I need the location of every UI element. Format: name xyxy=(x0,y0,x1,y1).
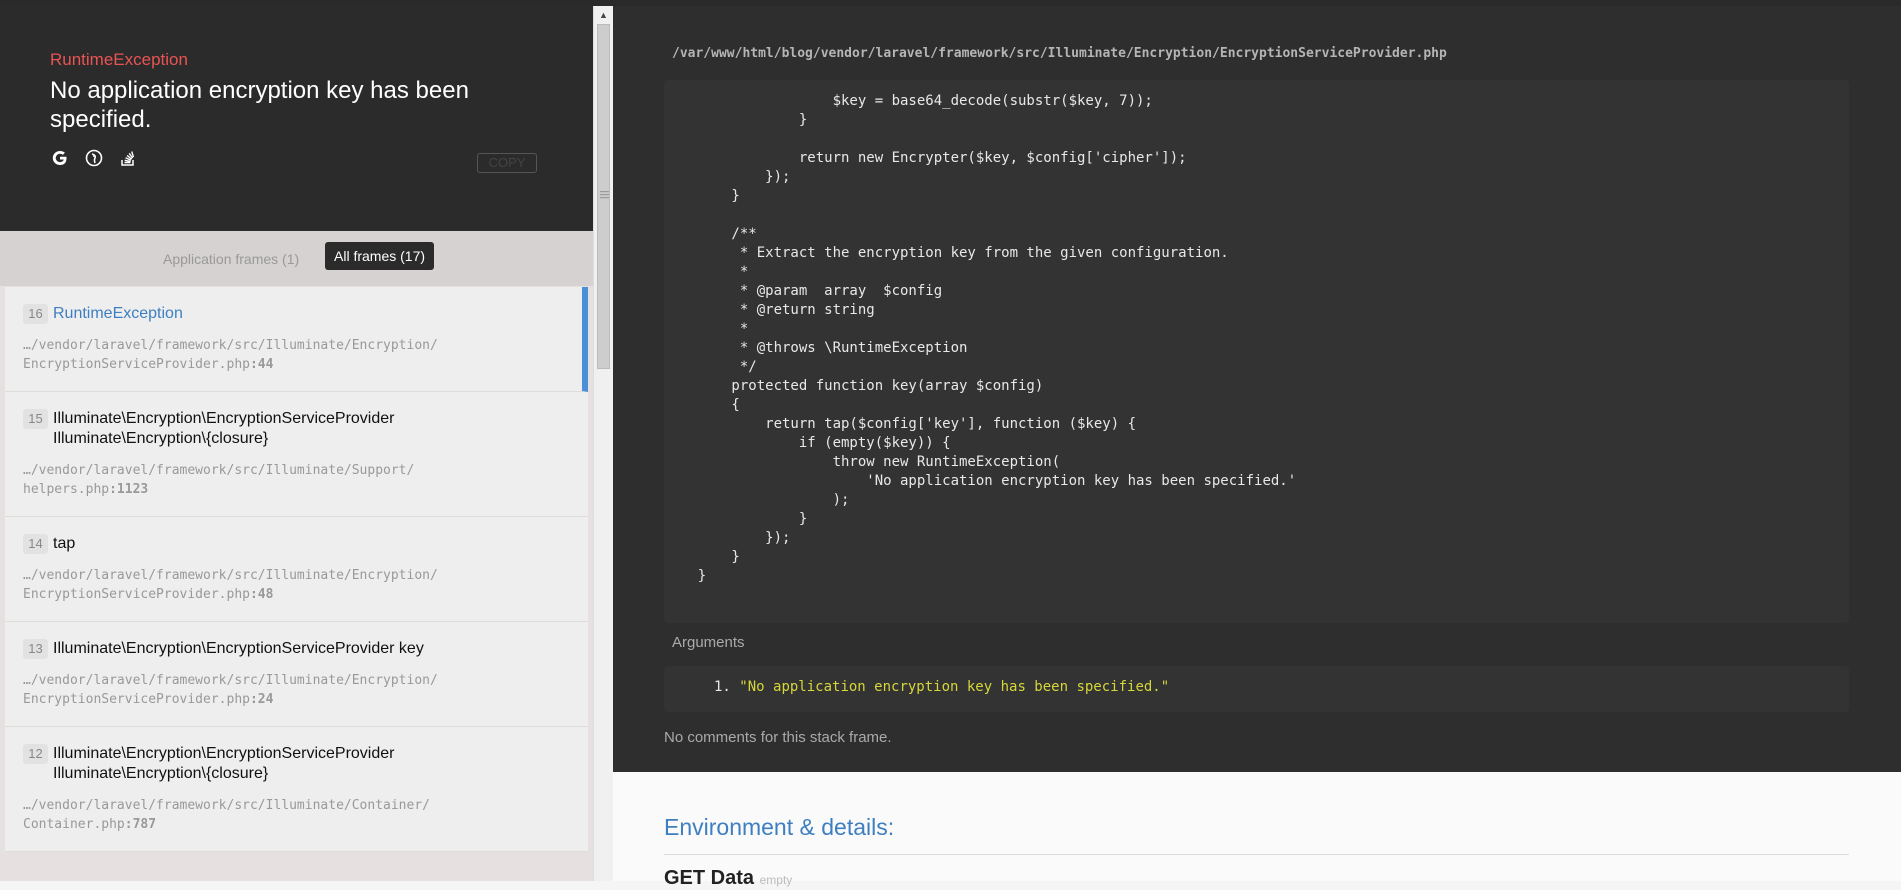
exception-message: No application encryption key has been s… xyxy=(50,77,469,133)
no-comments-text: No comments for this stack frame. xyxy=(664,729,892,746)
frame-file: …/vendor/laravel/framework/src/Illuminat… xyxy=(23,568,438,602)
code-line: * @param array $config xyxy=(664,283,943,299)
scroll-thumb[interactable]: — — — xyxy=(597,24,610,369)
frame-index: 15 xyxy=(23,409,48,429)
exception-header: RuntimeException No application encrypti… xyxy=(0,6,593,231)
frame-index: 16 xyxy=(23,304,48,324)
scroll-up-arrow-icon[interactable]: ▲ xyxy=(594,6,613,24)
grip-icon: — — — xyxy=(600,186,609,202)
frame-item[interactable]: 16 RuntimeException …/vendor/laravel/fram… xyxy=(5,287,588,392)
arguments-block: 1. "No application encryption key has be… xyxy=(664,666,1849,712)
code-line: * xyxy=(664,264,749,280)
frame-index: 12 xyxy=(23,744,48,764)
code-line: } xyxy=(664,112,808,128)
code-line: * @return string xyxy=(664,302,875,318)
code-line: } xyxy=(664,188,740,204)
code-line: ); xyxy=(664,492,850,508)
file-path[interactable]: /var/www/html/blog/vendor/laravel/framew… xyxy=(672,46,1447,61)
argument-item: 1. "No application encryption key has be… xyxy=(714,679,1170,695)
duckduckgo-icon[interactable] xyxy=(84,148,104,168)
exception-class: RuntimeException xyxy=(50,50,188,69)
frames-list: 16 RuntimeException …/vendor/laravel/fram… xyxy=(5,287,588,852)
frame-index: 14 xyxy=(23,534,48,554)
code-line: * @throws \RuntimeException xyxy=(664,340,968,356)
code-line: } xyxy=(664,511,808,527)
code-line: }); xyxy=(664,169,791,185)
frame-index: 13 xyxy=(23,639,48,659)
all-frames-toggle[interactable]: All frames (17) xyxy=(325,242,435,270)
right-panel: /var/www/html/blog/vendor/laravel/framew… xyxy=(613,6,1901,889)
search-links xyxy=(50,148,138,168)
code-line: 'No application encryption key has been … xyxy=(664,473,1297,489)
application-frames-toggle[interactable]: Application frames (1) xyxy=(163,251,299,267)
google-icon[interactable] xyxy=(50,148,70,168)
frame-class: Illuminate\Encryption\EncryptionServiceP… xyxy=(53,640,424,657)
frame-item[interactable]: 15 Illuminate\Encryption\EncryptionServic… xyxy=(5,392,588,517)
code-line: } xyxy=(664,549,740,565)
code-block: $key = base64_decode(substr($key, 7)); }… xyxy=(664,80,1849,623)
frame-item[interactable]: 12 Illuminate\Encryption\EncryptionServic… xyxy=(5,727,588,852)
copy-button[interactable]: COPY xyxy=(477,153,537,173)
frame-file: …/vendor/laravel/framework/src/Illuminat… xyxy=(23,673,438,707)
divider xyxy=(664,854,1849,855)
frame-class: Illuminate\Encryption\EncryptionServiceP… xyxy=(53,745,395,782)
frame-class: RuntimeException xyxy=(53,305,183,322)
code-line: throw new RuntimeException( xyxy=(664,454,1061,470)
code-line: * Extract the encryption key from the gi… xyxy=(664,245,1229,261)
code-line: protected function key(array $config) xyxy=(664,378,1044,394)
code-lines: $key = base64_decode(substr($key, 7)); }… xyxy=(664,92,1296,586)
frame-class: tap xyxy=(53,535,76,552)
frame-file: …/vendor/laravel/framework/src/Illuminat… xyxy=(23,463,415,497)
left-scrollbar[interactable]: ▲ — — — xyxy=(593,6,613,881)
code-line: /** xyxy=(664,226,757,242)
code-line: return new Encrypter($key, $config['ciph… xyxy=(664,150,1187,166)
frame-class: Illuminate\Encryption\EncryptionServiceP… xyxy=(53,410,395,447)
code-line: */ xyxy=(664,359,757,375)
code-line: if (empty($key)) { xyxy=(664,435,951,451)
code-line: }); xyxy=(664,530,791,546)
frames-filter: Application frames (1) All frames (17) xyxy=(0,231,593,286)
code-viewer: /var/www/html/blog/vendor/laravel/framew… xyxy=(613,6,1901,772)
environment-title: Environment & details: xyxy=(664,814,895,840)
code-line: } xyxy=(664,568,707,584)
frame-file: …/vendor/laravel/framework/src/Illuminat… xyxy=(23,338,438,372)
code-line: * xyxy=(664,321,749,337)
stackoverflow-icon[interactable] xyxy=(118,148,138,168)
code-line: { xyxy=(664,397,740,413)
frame-item[interactable]: 14 tap …/vendor/laravel/framework/src/Ill… xyxy=(5,517,588,622)
frame-file: …/vendor/laravel/framework/src/Illuminat… xyxy=(23,798,430,832)
code-line: return tap($config['key'], function ($ke… xyxy=(664,416,1137,432)
code-line: $key = base64_decode(substr($key, 7)); xyxy=(664,93,1153,109)
get-data-title: GET Data empty xyxy=(664,867,793,889)
left-panel: RuntimeException No application encrypti… xyxy=(0,6,593,881)
arguments-title: Arguments xyxy=(672,634,745,651)
frame-item[interactable]: 13 Illuminate\Encryption\EncryptionServic… xyxy=(5,622,588,727)
